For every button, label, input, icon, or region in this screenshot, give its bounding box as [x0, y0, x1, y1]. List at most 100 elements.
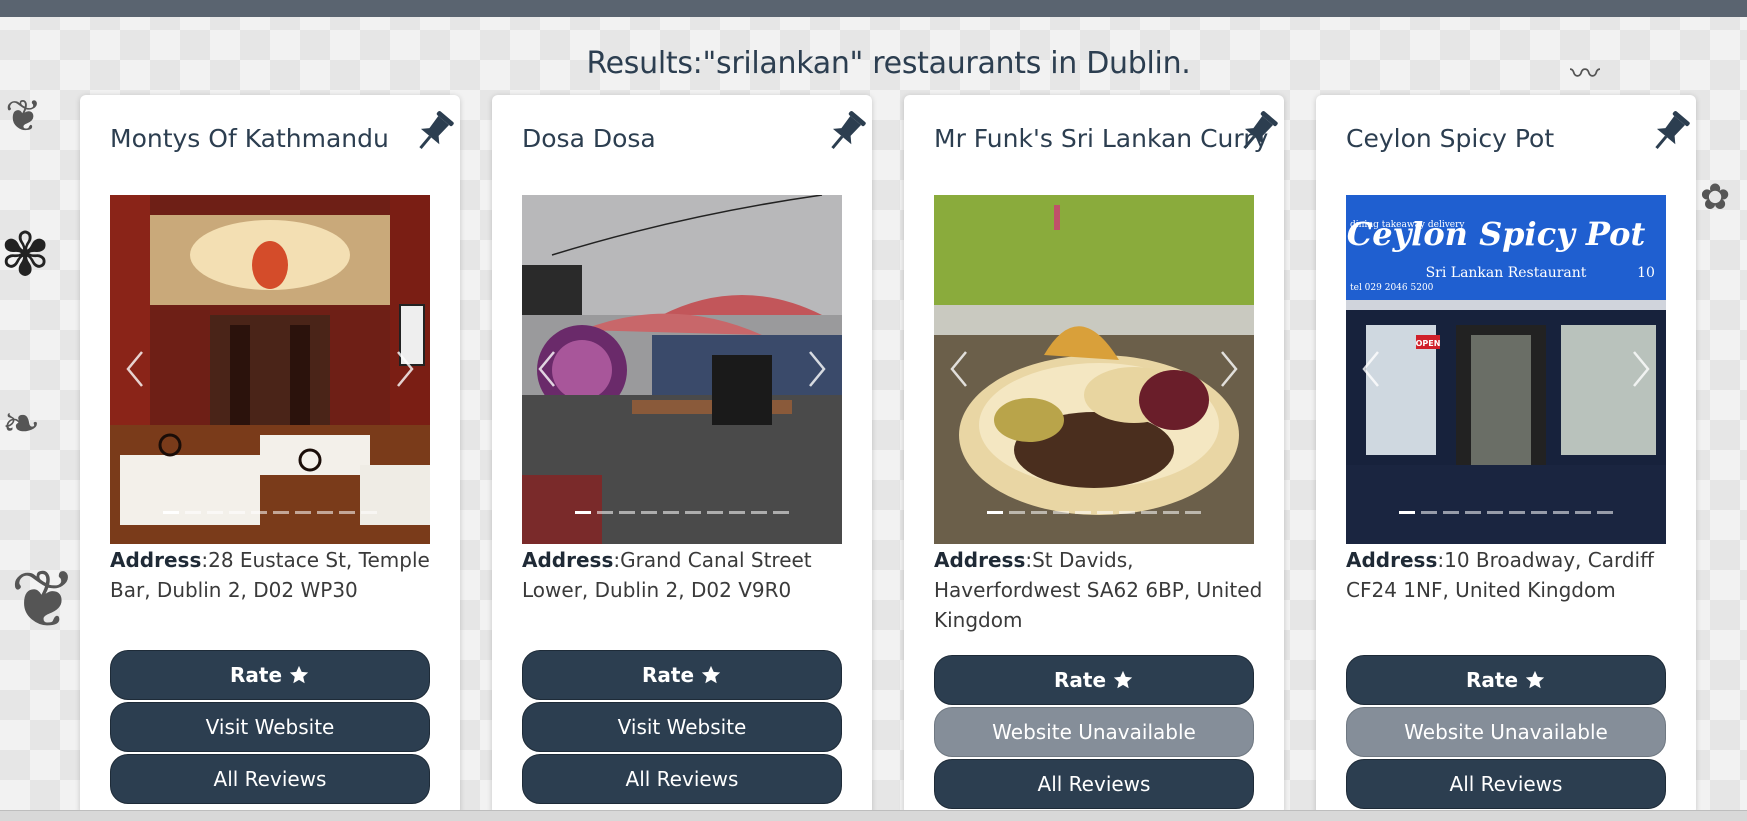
carousel-indicator[interactable]	[685, 511, 701, 514]
carousel-indicators	[934, 511, 1254, 514]
doodle-shell-icon: ✿	[1700, 177, 1731, 218]
carousel-indicator[interactable]	[1553, 511, 1569, 514]
chevron-right-icon[interactable]	[1630, 350, 1652, 388]
carousel-indicator[interactable]	[1141, 511, 1157, 514]
carousel-indicator[interactable]	[1399, 511, 1415, 514]
pin-icon[interactable]	[822, 108, 870, 156]
website-unavailable-button[interactable]: Website Unavailable	[1346, 707, 1666, 757]
website-unavailable-button[interactable]: Website Unavailable	[934, 707, 1254, 757]
star-icon	[1106, 669, 1134, 691]
carousel-indicator[interactable]	[361, 511, 377, 514]
address-label: Address	[522, 548, 614, 572]
restaurant-photo-carousel	[110, 195, 430, 544]
carousel-indicator[interactable]	[1487, 511, 1503, 514]
carousel-indicator[interactable]	[1053, 511, 1069, 514]
restaurant-photo-carousel	[934, 195, 1254, 544]
carousel-indicator[interactable]	[317, 511, 333, 514]
pin-icon[interactable]	[410, 108, 458, 156]
svg-text:tel 029 2046 5200: tel 029 2046 5200	[1350, 283, 1434, 293]
doodle-vegetable-icon: ❦	[10, 553, 78, 646]
all-reviews-button[interactable]: All Reviews	[1346, 759, 1666, 809]
address-label: Address	[110, 548, 202, 572]
visit-website-button[interactable]: Visit Website	[522, 702, 842, 752]
doodle-basil-icon: ❧	[2, 396, 41, 450]
svg-text:OPEN: OPEN	[1416, 339, 1441, 348]
restaurant-name: Mr Funk's Sri Lankan Curry	[934, 124, 1269, 153]
doodle-leaf-icon: ❦	[5, 91, 42, 142]
rate-button[interactable]: Rate	[522, 650, 842, 700]
carousel-indicators	[110, 511, 430, 514]
pin-icon[interactable]	[1646, 108, 1694, 156]
rate-label: Rate	[641, 663, 695, 687]
carousel-indicator[interactable]	[1075, 511, 1091, 514]
restaurant-name: Montys Of Kathmandu	[110, 124, 389, 153]
carousel-indicator[interactable]	[707, 511, 723, 514]
carousel-indicator[interactable]	[207, 511, 223, 514]
carousel-indicator[interactable]	[1509, 511, 1525, 514]
carousel-indicator[interactable]	[1031, 511, 1047, 514]
carousel-indicator[interactable]	[1443, 511, 1459, 514]
svg-text:Sri Lankan Restaurant: Sri Lankan Restaurant	[1426, 265, 1587, 281]
carousel-indicator[interactable]	[1421, 511, 1437, 514]
all-reviews-button[interactable]: All Reviews	[522, 754, 842, 804]
carousel-indicator[interactable]	[751, 511, 767, 514]
all-reviews-button[interactable]: All Reviews	[110, 754, 430, 804]
results-heading: Results:"srilankan" restaurants in Dubli…	[586, 46, 1191, 81]
address-label: Address	[934, 548, 1026, 572]
carousel-indicator[interactable]	[1597, 511, 1613, 514]
carousel-indicator[interactable]	[619, 511, 635, 514]
rate-label: Rate	[1465, 668, 1519, 692]
rate-button[interactable]: Rate	[110, 650, 430, 700]
chevron-left-icon[interactable]	[948, 350, 970, 388]
star-icon	[282, 664, 310, 686]
chevron-left-icon[interactable]	[124, 350, 146, 388]
carousel-indicator[interactable]	[663, 511, 679, 514]
all-reviews-button[interactable]: All Reviews	[934, 759, 1254, 809]
carousel-indicator[interactable]	[163, 511, 179, 514]
carousel-indicator[interactable]	[229, 511, 245, 514]
chevron-left-icon[interactable]	[536, 350, 558, 388]
visit-website-button[interactable]: Visit Website	[110, 702, 430, 752]
restaurant-address: Address:28 Eustace St, Temple Bar, Dubli…	[110, 545, 440, 605]
restaurant-name: Ceylon Spicy Pot	[1346, 124, 1555, 153]
restaurant-address: Address:Grand Canal Street Lower, Dublin…	[522, 545, 852, 605]
star-icon	[694, 664, 722, 686]
carousel-indicator[interactable]	[1009, 511, 1025, 514]
address-label: Address	[1346, 548, 1438, 572]
carousel-indicator[interactable]	[1465, 511, 1481, 514]
rate-label: Rate	[1053, 668, 1107, 692]
carousel-indicator[interactable]	[251, 511, 267, 514]
carousel-indicator[interactable]	[597, 511, 613, 514]
rate-button[interactable]: Rate	[1346, 655, 1666, 705]
carousel-indicator[interactable]	[641, 511, 657, 514]
restaurant-name: Dosa Dosa	[522, 124, 656, 153]
carousel-indicator[interactable]	[575, 511, 591, 514]
chevron-left-icon[interactable]	[1360, 350, 1382, 388]
chevron-right-icon[interactable]	[806, 350, 828, 388]
carousel-indicator[interactable]	[987, 511, 1003, 514]
carousel-indicator[interactable]	[339, 511, 355, 514]
rate-button[interactable]: Rate	[934, 655, 1254, 705]
carousel-indicator[interactable]	[1575, 511, 1591, 514]
carousel-indicator[interactable]	[1163, 511, 1179, 514]
carousel-indicator[interactable]	[773, 511, 789, 514]
restaurant-address: Address:St Davids, Haverfordwest SA62 6B…	[934, 545, 1264, 635]
carousel-indicator[interactable]	[295, 511, 311, 514]
carousel-indicator[interactable]	[1097, 511, 1113, 514]
chevron-right-icon[interactable]	[1218, 350, 1240, 388]
carousel-indicator[interactable]	[273, 511, 289, 514]
chevron-right-icon[interactable]	[394, 350, 416, 388]
restaurant-photo-carousel	[522, 195, 842, 544]
carousel-indicator[interactable]	[1531, 511, 1547, 514]
svg-text:10: 10	[1637, 265, 1655, 281]
browser-bottom-bar	[0, 810, 1747, 821]
carousel-indicator[interactable]	[1185, 511, 1201, 514]
rate-label: Rate	[229, 663, 283, 687]
carousel-indicators	[1346, 511, 1666, 514]
carousel-indicator[interactable]	[185, 511, 201, 514]
browser-top-bar	[0, 0, 1747, 17]
carousel-indicator[interactable]	[729, 511, 745, 514]
pin-icon[interactable]	[1234, 108, 1282, 156]
carousel-indicator[interactable]	[1119, 511, 1135, 514]
doodle-flower-icon: ✾	[0, 220, 51, 290]
